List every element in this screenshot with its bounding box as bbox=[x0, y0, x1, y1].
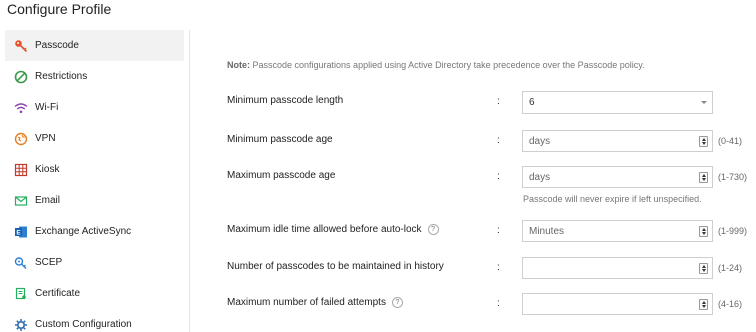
gear-icon bbox=[13, 317, 29, 332]
sidebar-item-certificate[interactable]: Certificate bbox=[5, 278, 184, 309]
history-label-text: Number of passcodes to be maintained in … bbox=[227, 261, 444, 272]
sidebar-item-kiosk[interactable]: Kiosk bbox=[5, 154, 184, 185]
help-icon[interactable]: ? bbox=[391, 297, 403, 308]
prohibited-icon bbox=[13, 69, 29, 85]
max-age-input[interactable]: days bbox=[522, 166, 713, 188]
svg-text:E: E bbox=[16, 229, 21, 236]
exchange-icon: E bbox=[13, 224, 29, 240]
min-length-label: Minimum passcode length bbox=[227, 95, 343, 106]
sidebar-item-passcode[interactable]: Passcode bbox=[5, 30, 184, 61]
min-age-input[interactable]: days bbox=[522, 130, 713, 152]
idle-time-range: (1-999) bbox=[718, 226, 748, 236]
min-age-label-text: Minimum passcode age bbox=[227, 134, 333, 145]
sidebar-item-label: Custom Configuration bbox=[35, 319, 132, 330]
envelope-icon bbox=[13, 193, 29, 209]
sidebar-item-vpn[interactable]: VPN bbox=[5, 123, 184, 154]
key-icon bbox=[13, 38, 29, 54]
max-age-hint: Passcode will never expire if left unspe… bbox=[523, 194, 702, 204]
colon: : bbox=[497, 171, 500, 182]
idle-time-placeholder: Minutes bbox=[529, 225, 565, 237]
colon: : bbox=[497, 262, 500, 273]
min-age-placeholder: days bbox=[529, 135, 551, 147]
sidebar-item-custom-configuration[interactable]: Custom Configuration bbox=[5, 309, 184, 332]
sidebar-item-label: Restrictions bbox=[35, 71, 88, 82]
colon: : bbox=[497, 225, 500, 236]
failed-attempts-label: Maximum number of failed attempts? bbox=[227, 297, 403, 308]
help-icon[interactable]: ? bbox=[427, 224, 439, 235]
min-length-label-text: Minimum passcode length bbox=[227, 95, 344, 106]
colon: : bbox=[497, 298, 500, 309]
page-title: Configure Profile bbox=[7, 1, 112, 17]
sidebar-item-scep[interactable]: SCEP bbox=[5, 247, 184, 278]
note-text: Passcode configurations applied using Ac… bbox=[250, 60, 645, 70]
vpn-globe-icon bbox=[13, 131, 29, 147]
history-label: Number of passcodes to be maintained in … bbox=[227, 261, 444, 272]
spinner-arrows-icon[interactable] bbox=[699, 136, 708, 147]
min-length-select[interactable]: 6 bbox=[522, 91, 713, 114]
min-age-range: (0-41) bbox=[718, 136, 743, 146]
chevron-down-icon bbox=[701, 101, 707, 104]
idle-time-input[interactable]: Minutes bbox=[522, 220, 713, 242]
failed-attempts-input[interactable] bbox=[522, 293, 713, 315]
certificate-icon bbox=[13, 286, 29, 302]
sidebar-item-exchange-activesync[interactable]: E Exchange ActiveSync bbox=[5, 216, 184, 247]
max-age-range: (1-730) bbox=[718, 172, 748, 182]
spinner-arrows-icon[interactable] bbox=[699, 226, 708, 237]
sidebar-item-label: Passcode bbox=[35, 40, 79, 51]
failed-attempts-range: (4-16) bbox=[718, 299, 743, 309]
spinner-arrows-icon[interactable] bbox=[699, 299, 708, 310]
min-age-label: Minimum passcode age bbox=[227, 134, 333, 145]
max-age-label-text: Maximum passcode age bbox=[227, 170, 336, 181]
sidebar-item-label: SCEP bbox=[35, 257, 63, 268]
sidebar-divider bbox=[189, 30, 190, 332]
sidebar-item-email[interactable]: Email bbox=[5, 185, 184, 216]
spinner-arrows-icon[interactable] bbox=[699, 263, 708, 274]
wifi-icon bbox=[13, 100, 29, 116]
min-length-value: 6 bbox=[529, 97, 535, 108]
sidebar-item-restrictions[interactable]: Restrictions bbox=[5, 61, 184, 92]
idle-time-label-text: Maximum idle time allowed before auto-lo… bbox=[227, 224, 422, 235]
sidebar-item-label: Kiosk bbox=[35, 164, 60, 175]
max-age-label: Maximum passcode age bbox=[227, 170, 335, 181]
note-prefix: Note: bbox=[227, 60, 250, 70]
history-range: (1-24) bbox=[718, 263, 743, 273]
max-age-placeholder: days bbox=[529, 171, 551, 183]
profile-sidebar: Passcode Restrictions Wi-Fi VPN Kiosk Em… bbox=[5, 30, 184, 332]
failed-attempts-label-text: Maximum number of failed attempts bbox=[227, 297, 386, 308]
kiosk-grid-icon bbox=[13, 162, 29, 178]
scep-icon bbox=[13, 255, 29, 271]
policy-note: Note: Passcode configurations applied us… bbox=[227, 60, 645, 70]
sidebar-item-label: Email bbox=[35, 195, 61, 206]
sidebar-item-label: VPN bbox=[35, 133, 56, 144]
colon: : bbox=[497, 96, 500, 107]
sidebar-item-label: Exchange ActiveSync bbox=[35, 226, 132, 237]
sidebar-item-label: Certificate bbox=[35, 288, 81, 299]
idle-time-label: Maximum idle time allowed before auto-lo… bbox=[227, 224, 439, 235]
spinner-arrows-icon[interactable] bbox=[699, 172, 708, 183]
history-input[interactable] bbox=[522, 257, 713, 279]
sidebar-item-wifi[interactable]: Wi-Fi bbox=[5, 92, 184, 123]
sidebar-item-label: Wi-Fi bbox=[35, 102, 59, 113]
colon: : bbox=[497, 135, 500, 146]
